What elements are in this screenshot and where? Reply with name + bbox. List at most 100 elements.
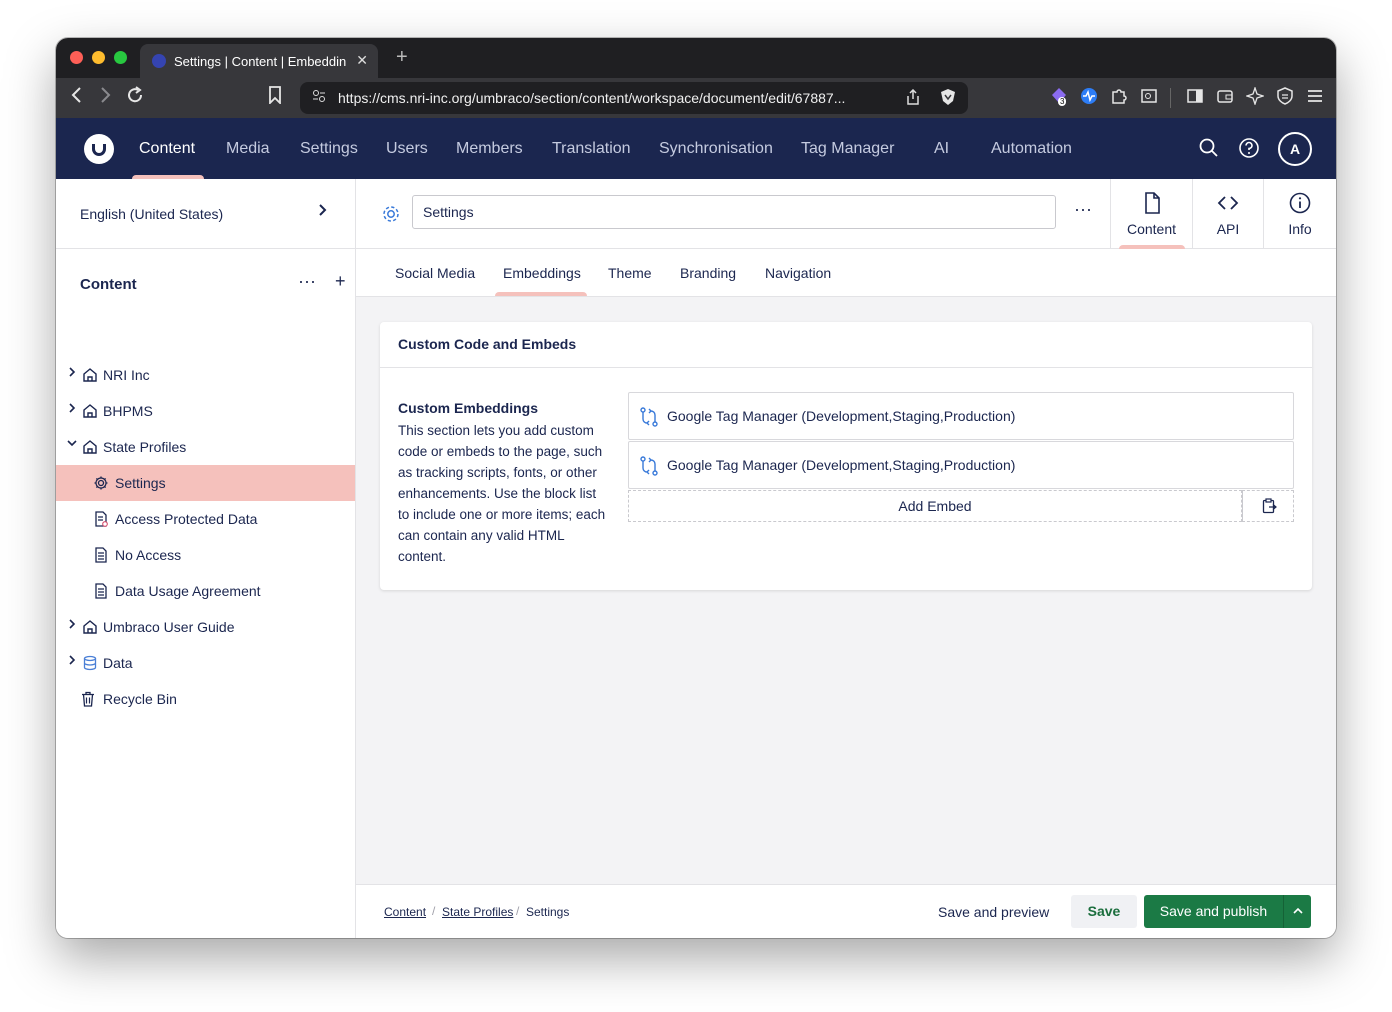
- section-automation[interactable]: Automation: [991, 140, 1072, 158]
- brave-shield-icon[interactable]: [940, 88, 956, 109]
- code-branch-icon: [639, 407, 659, 427]
- culture-selector[interactable]: English (United States): [56, 179, 355, 249]
- chevron-down-icon[interactable]: [66, 438, 78, 452]
- section-ai[interactable]: AI: [934, 140, 949, 158]
- save-and-publish-button[interactable]: Save and publish: [1144, 895, 1283, 928]
- section-members[interactable]: Members: [456, 140, 523, 158]
- new-tab-button[interactable]: +: [396, 46, 408, 69]
- gear-icon: [93, 475, 109, 491]
- site-settings-icon[interactable]: [312, 89, 326, 106]
- section-media[interactable]: Media: [226, 140, 270, 158]
- chevron-right-icon[interactable]: [68, 402, 76, 417]
- view-label: Content: [1126, 221, 1177, 237]
- section-settings[interactable]: Settings: [300, 140, 358, 158]
- reload-icon[interactable]: [126, 86, 144, 109]
- tree-item-state-profiles[interactable]: State Profiles: [56, 429, 355, 465]
- document-icon: [93, 547, 109, 563]
- help-icon[interactable]: [1238, 137, 1260, 159]
- tab-theme[interactable]: Theme: [608, 265, 652, 281]
- tree-item-umbraco-user-guide[interactable]: Umbraco User Guide: [56, 609, 355, 645]
- tab-embeddings[interactable]: Embeddings: [503, 265, 581, 281]
- active-tab-indicator: [495, 292, 587, 296]
- menu-icon[interactable]: [1306, 87, 1324, 110]
- tree-item-recycle-bin[interactable]: Recycle Bin: [56, 681, 355, 717]
- block-label: Google Tag Manager (Development,Staging,…: [667, 457, 1016, 473]
- tree-item-access-protected-data[interactable]: Access Protected Data: [56, 501, 355, 537]
- pulse-extension-icon[interactable]: [1080, 87, 1098, 110]
- puzzle-extensions-icon[interactable]: [1110, 87, 1128, 110]
- tab-social-media[interactable]: Social Media: [395, 265, 475, 281]
- browser-tab-title: Settings | Content | Embeddings: [174, 53, 346, 69]
- share-icon[interactable]: [906, 88, 920, 108]
- bookmark-icon[interactable]: [268, 86, 282, 109]
- vpn-shield-icon[interactable]: [1276, 87, 1294, 110]
- tree-item-bhpms[interactable]: BHPMS: [56, 393, 355, 429]
- umbraco-header: Content Media Settings Users Members Tra…: [56, 118, 1336, 179]
- user-avatar[interactable]: A: [1278, 132, 1312, 166]
- add-embed-button[interactable]: Add Embed: [628, 490, 1242, 522]
- view-label: Info: [1288, 221, 1312, 237]
- group-title: Custom Code and Embeds: [380, 322, 1312, 368]
- tree-item-label: Data: [103, 655, 133, 671]
- view-info-button[interactable]: Info: [1263, 179, 1336, 248]
- tree-item-data-usage-agreement[interactable]: Data Usage Agreement: [56, 573, 355, 609]
- back-icon[interactable]: [70, 86, 84, 109]
- home-icon: [82, 439, 98, 455]
- home-icon: [82, 619, 98, 635]
- breadcrumb-content[interactable]: Content: [384, 905, 426, 919]
- forward-icon[interactable]: [98, 86, 112, 109]
- wallet-icon[interactable]: [1216, 87, 1234, 110]
- tree-title: Content: [80, 276, 137, 293]
- extension-gem-icon[interactable]: 3: [1050, 87, 1068, 110]
- trash-icon: [80, 691, 96, 707]
- chevron-right-icon[interactable]: [68, 618, 76, 633]
- publish-options-button[interactable]: [1283, 895, 1311, 928]
- tree-item-data[interactable]: Data: [56, 645, 355, 681]
- tree-item-label: Recycle Bin: [103, 691, 177, 707]
- tab-navigation[interactable]: Navigation: [765, 265, 831, 281]
- paste-from-clipboard-button[interactable]: [1242, 490, 1294, 522]
- address-toolbar: https://cms.nri-inc.org/umbraco/section/…: [56, 78, 1336, 118]
- home-icon: [82, 403, 98, 419]
- leo-ai-icon[interactable]: [1244, 85, 1266, 110]
- maximize-window-button[interactable]: [114, 51, 127, 64]
- tree-item-nri-inc[interactable]: NRI Inc: [56, 357, 355, 393]
- document-type-gear-icon[interactable]: [380, 203, 402, 225]
- block-item[interactable]: Google Tag Manager (Development,Staging,…: [628, 441, 1294, 489]
- sidebar-toggle-icon[interactable]: [1186, 87, 1204, 110]
- save-button[interactable]: Save: [1071, 895, 1137, 928]
- section-tag-manager[interactable]: Tag Manager: [801, 140, 894, 158]
- section-synchronisation[interactable]: Synchronisation: [659, 140, 773, 158]
- url-bar[interactable]: https://cms.nri-inc.org/umbraco/section/…: [300, 82, 968, 114]
- umbraco-logo-icon[interactable]: [84, 134, 114, 164]
- breadcrumb-state-profiles[interactable]: State Profiles: [442, 905, 513, 919]
- section-users[interactable]: Users: [386, 140, 428, 158]
- database-icon: [82, 655, 98, 671]
- minimize-window-button[interactable]: [92, 51, 105, 64]
- browser-tab[interactable]: Settings | Content | Embeddings ✕: [140, 44, 378, 78]
- tree-item-label: Umbraco User Guide: [103, 619, 235, 635]
- tree-more-button[interactable]: ···: [298, 271, 316, 291]
- document-name-input[interactable]: [412, 195, 1056, 229]
- view-content-button[interactable]: Content: [1110, 179, 1192, 249]
- section-content[interactable]: Content: [139, 140, 195, 158]
- tree-item-settings[interactable]: Settings: [56, 465, 355, 501]
- tree-add-button[interactable]: +: [335, 271, 346, 291]
- close-window-button[interactable]: [70, 51, 83, 64]
- tab-branding[interactable]: Branding: [680, 265, 736, 281]
- document-actions-button[interactable]: ···: [1074, 199, 1092, 220]
- tree-item-no-access[interactable]: No Access: [56, 537, 355, 573]
- save-and-preview-button[interactable]: Save and preview: [938, 904, 1049, 920]
- content-tree-sidebar: English (United States) Content ··· + NR…: [56, 179, 356, 938]
- close-tab-icon[interactable]: ✕: [356, 52, 368, 69]
- tree-item-label: Data Usage Agreement: [115, 583, 261, 599]
- section-translation[interactable]: Translation: [552, 140, 631, 158]
- tree-item-label: Access Protected Data: [115, 511, 258, 527]
- search-icon[interactable]: [1198, 137, 1220, 159]
- reader-mode-icon[interactable]: [1140, 87, 1158, 110]
- chevron-right-icon[interactable]: [68, 366, 76, 381]
- code-branch-icon: [639, 456, 659, 476]
- view-api-button[interactable]: API: [1192, 179, 1263, 248]
- chevron-right-icon[interactable]: [68, 654, 76, 669]
- block-item[interactable]: Google Tag Manager (Development,Staging,…: [628, 392, 1294, 440]
